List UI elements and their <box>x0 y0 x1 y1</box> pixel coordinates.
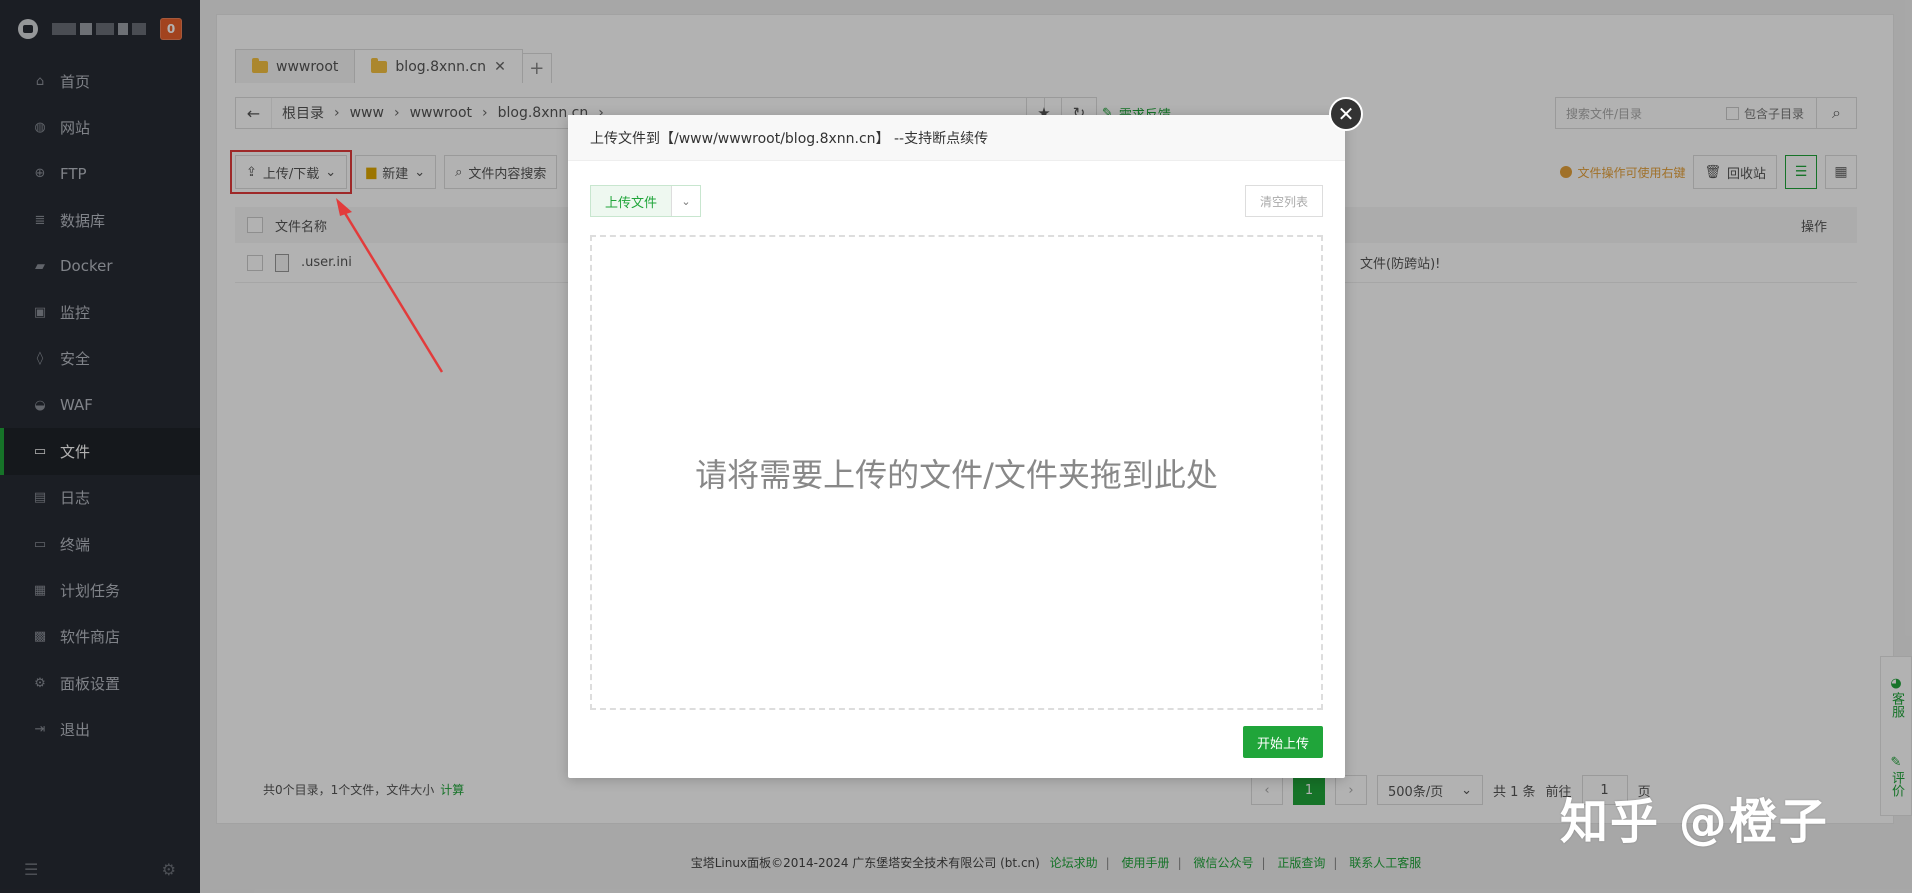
zhihu-watermark: 知乎 @橙子 <box>1560 794 1829 850</box>
annotation-arrow <box>336 198 444 373</box>
